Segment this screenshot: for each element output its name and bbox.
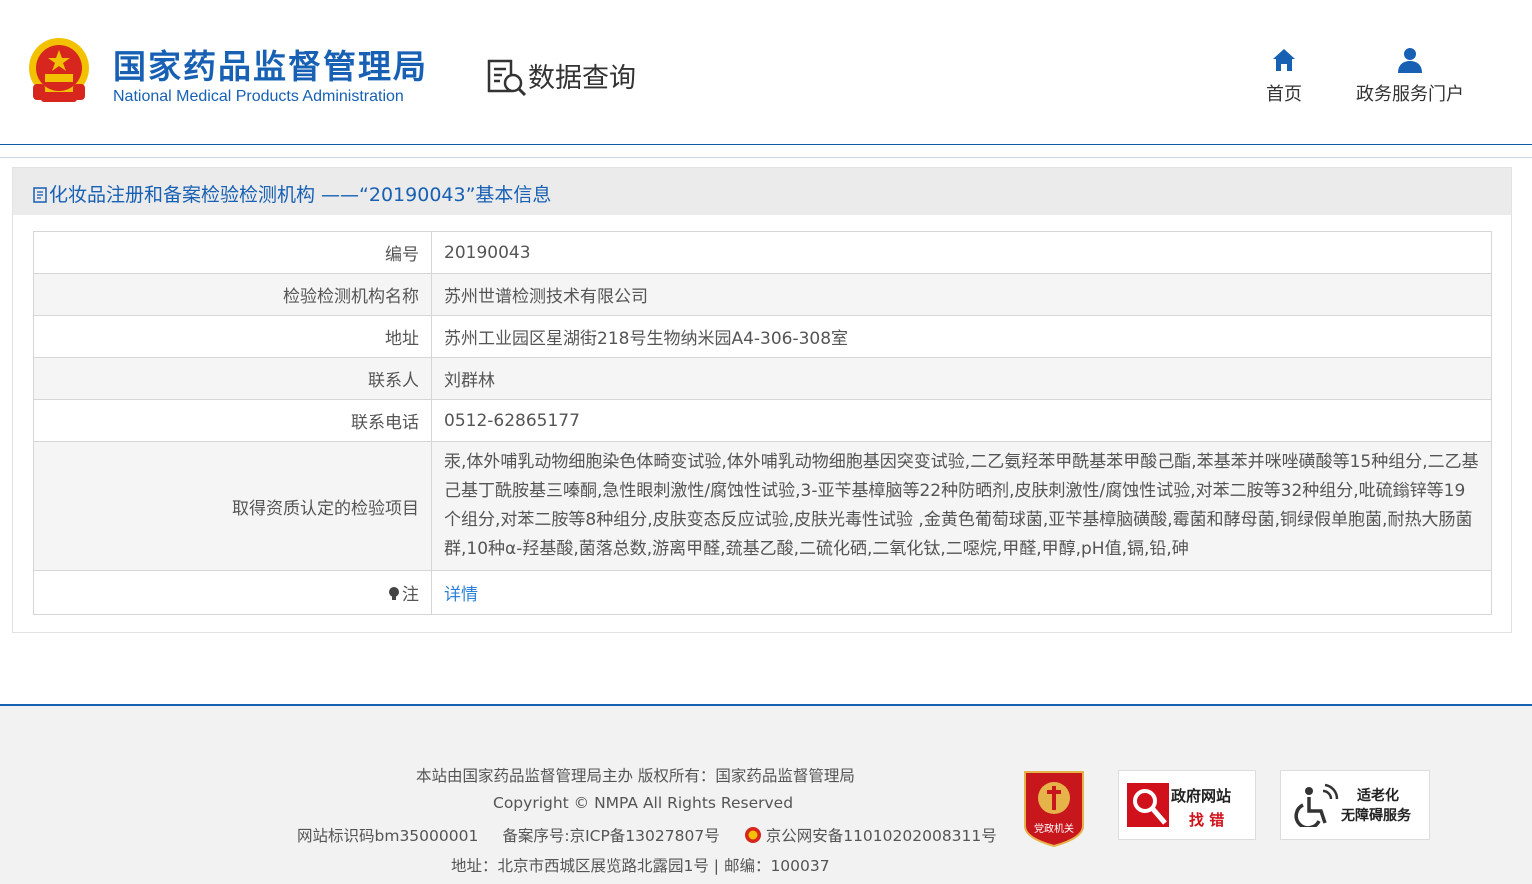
row-value: 汞,体外哺乳动物细胞染色体畸变试验,体外哺乳动物细胞基因突变试验,二乙氨羟苯甲酰… [431, 441, 1492, 571]
note-value: 详情 [431, 570, 1492, 615]
note-label-cell: 注 [33, 570, 432, 615]
detail-link[interactable]: 详情 [444, 585, 478, 605]
row-label: 地址 [33, 315, 432, 358]
accessibility-badge-line1: 适老化 [1357, 788, 1399, 804]
table-row: 联系人 刘群林 [33, 357, 1492, 400]
row-value: 苏州工业园区星湖街218号生物纳米园A4-306-308室 [431, 315, 1492, 358]
footer-copyright: Copyright © NMPA All Rights Reserved [493, 794, 794, 812]
document-icon [33, 187, 47, 203]
footer-icp-link[interactable]: 备案序号:京ICP备13027807号 [502, 827, 719, 845]
info-table: 编号 20190043 检验检测机构名称 苏州世谱检测技术有限公司 地址 苏州工… [33, 231, 1492, 615]
footer-address: 地址：北京市西城区展览路北露园1号 | 邮编：100037 [451, 857, 830, 875]
nav-home-link[interactable]: 首页 [1256, 46, 1312, 106]
gov-badge-line1: 政府网站 [1171, 787, 1232, 805]
footer-registrations: 网站标识码bm35000001 备案序号:京ICP备13027807号 京公网安备… [297, 824, 997, 846]
row-value: 苏州世谱检测技术有限公司 [431, 273, 1492, 316]
table-row: 地址 苏州工业园区星湖街218号生物纳米园A4-306-308室 [33, 315, 1492, 358]
org-name-cn[interactable]: 国家药品监督管理局 [113, 40, 428, 88]
row-value: 20190043 [431, 231, 1492, 274]
section-title: 数据查询 [528, 63, 636, 94]
accessibility-icon [1294, 783, 1339, 827]
panel-title: 化妆品注册和备案检验检测机构 ——“20190043”基本信息 [33, 180, 551, 207]
table-row: 编号 20190043 [33, 231, 1492, 274]
gov-badge-line2: 找 错 [1189, 811, 1225, 829]
row-value: 刘群林 [431, 357, 1492, 400]
nav-portal-link[interactable]: 政务服务门户 [1350, 46, 1470, 106]
panel-title-text: 化妆品注册和备案检验检测机构 ——“20190043”基本信息 [49, 184, 552, 206]
org-name-en[interactable]: National Medical Products Administration [113, 88, 404, 106]
table-row: 取得资质认定的检验项目 汞,体外哺乳动物细胞染色体畸变试验,体外哺乳动物细胞基因… [33, 441, 1492, 571]
row-label: 检验检测机构名称 [33, 273, 432, 316]
row-value: 0512-62865177 [431, 399, 1492, 442]
site-header: 国家药品监督管理局 National Medical Products Admi… [0, 0, 1532, 145]
nav-home-label: 首页 [1266, 84, 1302, 105]
accessibility-badge-line2: 无障碍服务 [1341, 808, 1411, 824]
footer-sponsor: 本站由国家药品监督管理局主办 版权所有：国家药品监督管理局 [416, 767, 855, 785]
divider [0, 157, 1532, 158]
police-badge-icon [744, 827, 761, 843]
party-government-badge-icon[interactable]: 党政机关 [1021, 768, 1087, 848]
national-emblem-icon [29, 38, 89, 102]
panel-header: 化妆品注册和备案检验检测机构 ——“20190043”基本信息 [13, 168, 1511, 215]
row-label: 联系电话 [33, 399, 432, 442]
info-panel: 化妆品注册和备案检验检测机构 ——“20190043”基本信息 编号 20190… [12, 167, 1512, 633]
footer-police-link[interactable]: 京公网安备11010202008311号 [766, 827, 997, 845]
row-label: 联系人 [33, 357, 432, 400]
footer-site-code: 网站标识码bm35000001 [297, 827, 479, 845]
row-label: 取得资质认定的检验项目 [33, 441, 432, 571]
party-badge-text: 党政机关 [1034, 822, 1074, 835]
magnifier-icon [1127, 783, 1169, 827]
accessibility-badge[interactable]: 适老化 无障碍服务 [1280, 770, 1430, 840]
row-label: 编号 [33, 231, 432, 274]
home-icon [1273, 49, 1295, 71]
table-row: 联系电话 0512-62865177 [33, 399, 1492, 442]
note-label: 注 [402, 585, 419, 605]
table-row: 注 详情 [33, 570, 1492, 615]
site-footer: 本站由国家药品监督管理局主办 版权所有：国家药品监督管理局 Copyright … [0, 704, 1532, 884]
user-icon [1398, 48, 1422, 73]
table-row: 检验检测机构名称 苏州世谱检测技术有限公司 [33, 273, 1492, 316]
nav-portal-label: 政务服务门户 [1356, 84, 1464, 105]
data-query-icon [487, 59, 527, 97]
lightbulb-icon [389, 587, 399, 600]
gov-site-error-report-badge[interactable]: 政府网站 找 错 [1118, 770, 1256, 840]
